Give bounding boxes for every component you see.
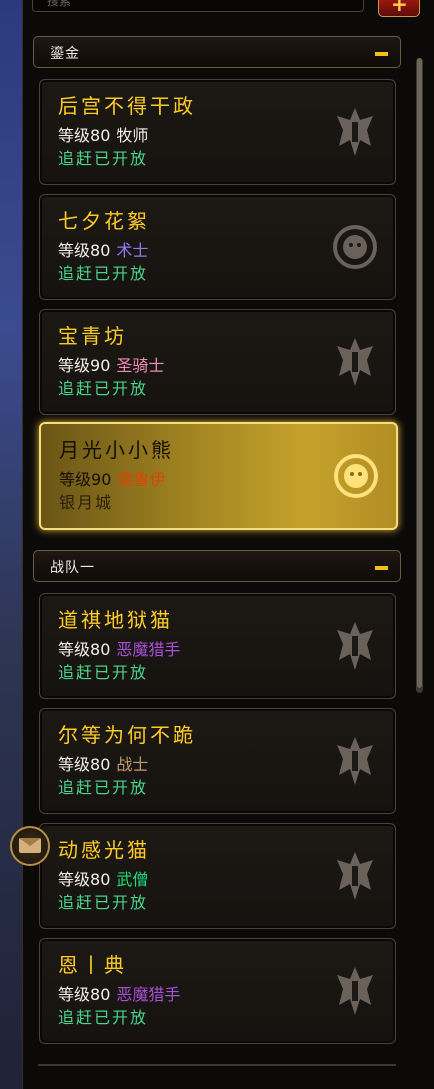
alliance-icon: [334, 454, 378, 498]
mail-icon[interactable]: [10, 826, 50, 866]
group-title: 鎏金: [50, 46, 80, 62]
character-status: 追赶已开放: [58, 379, 149, 398]
character-card-selected[interactable]: 月光小小熊 等级90 德鲁伊 银月城: [39, 422, 398, 530]
group-header-1[interactable]: 鎏金: [33, 36, 401, 68]
collapse-icon[interactable]: [375, 52, 388, 56]
horde-icon: [337, 737, 373, 785]
character-class: 恶魔猎手: [116, 985, 181, 1004]
character-class: 圣骑士: [116, 356, 165, 375]
character-card[interactable]: 七夕花絮 等级80 术士 追赶已开放: [39, 194, 396, 300]
character-class: 牧师: [116, 126, 149, 145]
character-level: 等级80 牧师: [58, 126, 149, 145]
character-name: 七夕花絮: [58, 209, 150, 233]
character-name: 恩丨典: [58, 953, 127, 977]
character-level: 等级80 战士: [58, 755, 149, 774]
character-level: 等级80 术士: [58, 241, 149, 260]
character-card[interactable]: 道祺地狱猫 等级80 恶魔猎手 追赶已开放: [39, 593, 396, 699]
character-card[interactable]: 恩丨典 等级80 恶魔猎手 追赶已开放: [39, 938, 396, 1044]
group-header-2[interactable]: 战队一: [33, 550, 401, 582]
character-level: 等级90 圣骑士: [58, 356, 165, 375]
character-class: 德鲁伊: [117, 470, 166, 489]
divider: [38, 1064, 396, 1066]
collapse-icon[interactable]: [375, 566, 388, 570]
character-class: 恶魔猎手: [116, 640, 181, 659]
horde-icon: [337, 967, 373, 1015]
search-placeholder: 搜索: [47, 0, 72, 8]
character-name: 月光小小熊: [59, 438, 174, 462]
character-class: 战士: [116, 755, 149, 774]
character-name: 尔等为何不跪: [58, 723, 196, 747]
character-status: 追赶已开放: [58, 1008, 149, 1027]
add-character-button[interactable]: +: [378, 0, 420, 17]
character-name: 后宫不得干政: [58, 94, 196, 118]
character-status: 追赶已开放: [58, 149, 149, 168]
character-card[interactable]: 尔等为何不跪 等级80 战士 追赶已开放: [39, 708, 396, 814]
character-class: 术士: [116, 241, 149, 260]
character-level: 等级80 恶魔猎手: [58, 640, 181, 659]
character-realm: 银月城: [59, 493, 114, 512]
character-level: 等级80 武僧: [58, 870, 149, 889]
character-name: 道祺地狱猫: [58, 608, 173, 632]
horde-icon: [337, 108, 373, 156]
group-title: 战队一: [50, 560, 95, 576]
character-status: 追赶已开放: [58, 264, 149, 283]
search-input[interactable]: 搜索: [32, 0, 364, 12]
character-level: 等级80 恶魔猎手: [58, 985, 181, 1004]
horde-icon: [337, 852, 373, 900]
alliance-icon: [333, 225, 377, 269]
character-status: 追赶已开放: [58, 778, 149, 797]
plus-icon: +: [391, 0, 408, 16]
character-card[interactable]: 宝青坊 等级90 圣骑士 追赶已开放: [39, 309, 396, 415]
character-name: 动感光猫: [58, 838, 150, 862]
character-status: 追赶已开放: [58, 893, 149, 912]
character-card[interactable]: 后宫不得干政 等级80 牧师 追赶已开放: [39, 79, 396, 185]
horde-icon: [337, 622, 373, 670]
character-card[interactable]: 动感光猫 等级80 武僧 追赶已开放: [39, 823, 396, 929]
character-level: 等级90 德鲁伊: [59, 470, 166, 489]
horde-icon: [337, 338, 373, 386]
scrollbar[interactable]: [416, 58, 423, 693]
character-class: 武僧: [116, 870, 149, 889]
character-status: 追赶已开放: [58, 663, 149, 682]
character-name: 宝青坊: [58, 324, 127, 348]
scrollbar-thumb[interactable]: [417, 58, 422, 688]
